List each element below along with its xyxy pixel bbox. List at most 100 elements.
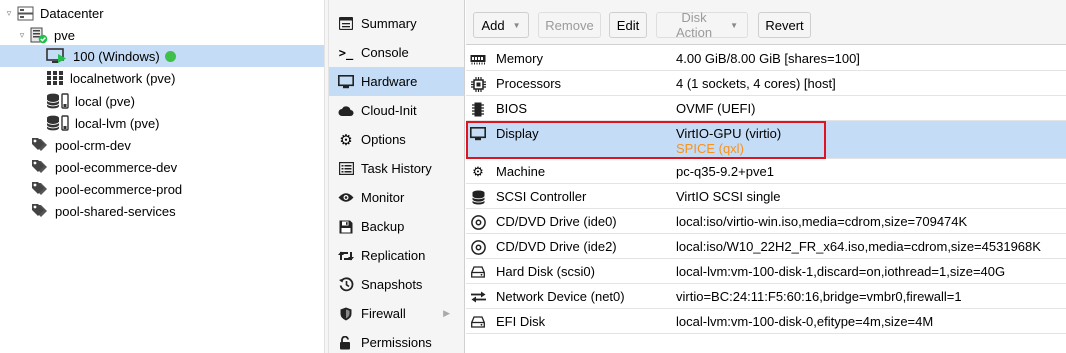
hardware-row-processors[interactable]: Processors 4 (1 sockets, 4 cores) [host] (466, 71, 1066, 96)
hardware-key: Machine (496, 164, 546, 179)
chevron-down-icon: ▼ (512, 20, 521, 30)
cdrom-icon (470, 239, 486, 255)
tree-node-storage-local[interactable]: local (pve) (0, 90, 324, 112)
nav-item-firewall[interactable]: Firewall ▶ (329, 299, 464, 328)
tree-label-datacenter: Datacenter (40, 5, 104, 21)
hardware-row-cdrom-ide2[interactable]: CD/DVD Drive (ide2) local:iso/W10_22H2_F… (466, 234, 1066, 259)
nav-label: Console (361, 45, 409, 60)
nav-item-permissions[interactable]: Permissions (329, 328, 464, 353)
summary-icon (338, 16, 354, 32)
hardware-value: pc-q35-9.2+pve1 (676, 164, 774, 179)
tree-node-datacenter[interactable]: ▿ Datacenter (0, 2, 324, 24)
hardware-row-display[interactable]: Display VirtIO-GPU (virtio) SPICE (qxl) (466, 121, 1066, 159)
remove-button[interactable]: Remove (538, 12, 601, 38)
hardware-row-efi-disk[interactable]: EFI Disk local-lvm:vm-100-disk-0,efitype… (466, 309, 1066, 334)
add-button-label: Add (481, 17, 505, 33)
hardware-key: CD/DVD Drive (ide0) (496, 214, 617, 229)
tree-node-pool[interactable]: pool-shared-services (0, 200, 324, 222)
hardware-row-scsi-controller[interactable]: SCSI Controller VirtIO SCSI single (466, 184, 1066, 209)
tree-label-pve: pve (54, 27, 75, 43)
nav-item-monitor[interactable]: Monitor (329, 183, 464, 212)
edit-button[interactable]: Edit (609, 12, 647, 38)
hardware-key: Network Device (net0) (496, 289, 625, 304)
tree-label-pool: pool-crm-dev (55, 137, 131, 153)
add-button[interactable]: Add ▼ (473, 12, 529, 38)
eye-icon (338, 190, 354, 206)
hardware-key: Processors (496, 76, 562, 91)
microchip-icon (470, 101, 486, 117)
tree-node-storage-localnetwork[interactable]: localnetwork (pve) (0, 67, 324, 89)
hardware-row-hard-disk[interactable]: Hard Disk (scsi0) local-lvm:vm-100-disk-… (466, 259, 1066, 284)
hardware-key: EFI Disk (496, 314, 546, 329)
hardware-key: Memory (496, 51, 543, 66)
hardware-value: local-lvm:vm-100-disk-1,discard=on,iothr… (676, 264, 1006, 279)
storage-db-icon (46, 93, 69, 109)
resource-tree: ▿ Datacenter ▿ pve 100 (Windows) localne… (0, 0, 324, 353)
remove-button-label: Remove (545, 17, 594, 33)
tags-icon (31, 137, 49, 153)
cdrom-icon (470, 214, 486, 230)
nav-label: Task History (361, 161, 432, 176)
nav-label: Hardware (361, 74, 418, 89)
hardware-row-network[interactable]: Network Device (net0) virtio=BC:24:11:F5… (466, 284, 1066, 309)
hardware-row-cdrom-ide0[interactable]: CD/DVD Drive (ide0) local:iso/virtio-win… (466, 209, 1066, 234)
memory-icon (470, 51, 486, 67)
retweet-icon (338, 248, 354, 264)
hardware-key: Display (496, 126, 539, 141)
hardware-row-machine[interactable]: ⚙ Machine pc-q35-9.2+pve1 (466, 159, 1066, 184)
nav-item-replication[interactable]: Replication (329, 241, 464, 270)
tags-icon (31, 159, 49, 175)
hardware-value: VirtIO SCSI single (676, 189, 781, 204)
tree-node-pool[interactable]: pool-ecommerce-prod (0, 178, 324, 200)
nav-label: Firewall (361, 306, 406, 321)
disk-action-button-label: Disk Action (675, 10, 713, 40)
expand-caret-icon[interactable]: ▿ (4, 8, 14, 19)
hardware-toolbar: Add ▼ Remove Edit Disk Action ▼ Revert (466, 0, 1066, 45)
unlock-icon (338, 335, 354, 351)
hardware-value: 4 (1 sockets, 4 cores) [host] (676, 76, 836, 91)
gear-icon: ⚙ (339, 131, 353, 149)
tree-node-storage-local-lvm[interactable]: local-lvm (pve) (0, 112, 324, 134)
nav-label: Permissions (361, 335, 432, 350)
nav-label: Cloud-Init (361, 103, 417, 118)
history-icon (338, 277, 354, 293)
tree-label-pool: pool-shared-services (55, 203, 176, 219)
tags-icon (31, 203, 49, 219)
nav-item-options[interactable]: ⚙ Options (329, 125, 464, 154)
tree-node-pool[interactable]: pool-ecommerce-dev (0, 156, 324, 178)
tree-node-pve[interactable]: ▿ pve (0, 24, 324, 46)
tree-label-vm: 100 (Windows) (73, 48, 160, 64)
revert-button[interactable]: Revert (758, 12, 811, 38)
server-icon (17, 6, 34, 21)
tree-node-vm-100[interactable]: 100 (Windows) (0, 45, 324, 67)
expand-caret-icon[interactable]: ▿ (17, 30, 27, 41)
hardware-value: virtio=BC:24:11:F5:60:16,bridge=vmbr0,fi… (676, 289, 962, 304)
console-icon: >_ (338, 45, 354, 60)
nav-item-backup[interactable]: Backup (329, 212, 464, 241)
tree-node-pool[interactable]: pool-crm-dev (0, 134, 324, 156)
nav-item-snapshots[interactable]: Snapshots (329, 270, 464, 299)
tree-label-storage: local (pve) (75, 93, 135, 109)
pending-change-value: SPICE (qxl) (676, 141, 744, 156)
hardware-value: local:iso/virtio-win.iso,media=cdrom,siz… (676, 214, 968, 229)
nav-item-summary[interactable]: Summary (329, 9, 464, 38)
nav-item-console[interactable]: >_ Console (329, 38, 464, 67)
vm-config-nav: Summary >_ Console Hardware Cloud-Init ⚙… (329, 0, 465, 353)
hardware-value: local-lvm:vm-100-disk-0,efitype=4m,size=… (676, 314, 934, 329)
hardware-row-bios[interactable]: BIOS OVMF (UEFI) (466, 96, 1066, 121)
hardware-icon (338, 74, 354, 90)
hardware-row-memory[interactable]: Memory 4.00 GiB/8.00 GiB [shares=100] (466, 46, 1066, 71)
hardware-value: 4.00 GiB/8.00 GiB [shares=100] (676, 51, 860, 66)
hardware-key: CD/DVD Drive (ide2) (496, 239, 617, 254)
disk-action-button[interactable]: Disk Action ▼ (656, 10, 748, 40)
nav-item-hardware[interactable]: Hardware (329, 67, 464, 96)
node-online-icon (30, 27, 48, 44)
database-icon (470, 189, 486, 205)
nav-label: Options (361, 132, 406, 147)
tree-label-storage: local-lvm (pve) (75, 115, 160, 131)
nav-item-cloud-init[interactable]: Cloud-Init (329, 96, 464, 125)
status-running-icon (164, 50, 176, 62)
revert-button-label: Revert (765, 17, 804, 33)
nav-label: Summary (361, 16, 417, 31)
nav-item-task-history[interactable]: Task History (329, 154, 464, 183)
